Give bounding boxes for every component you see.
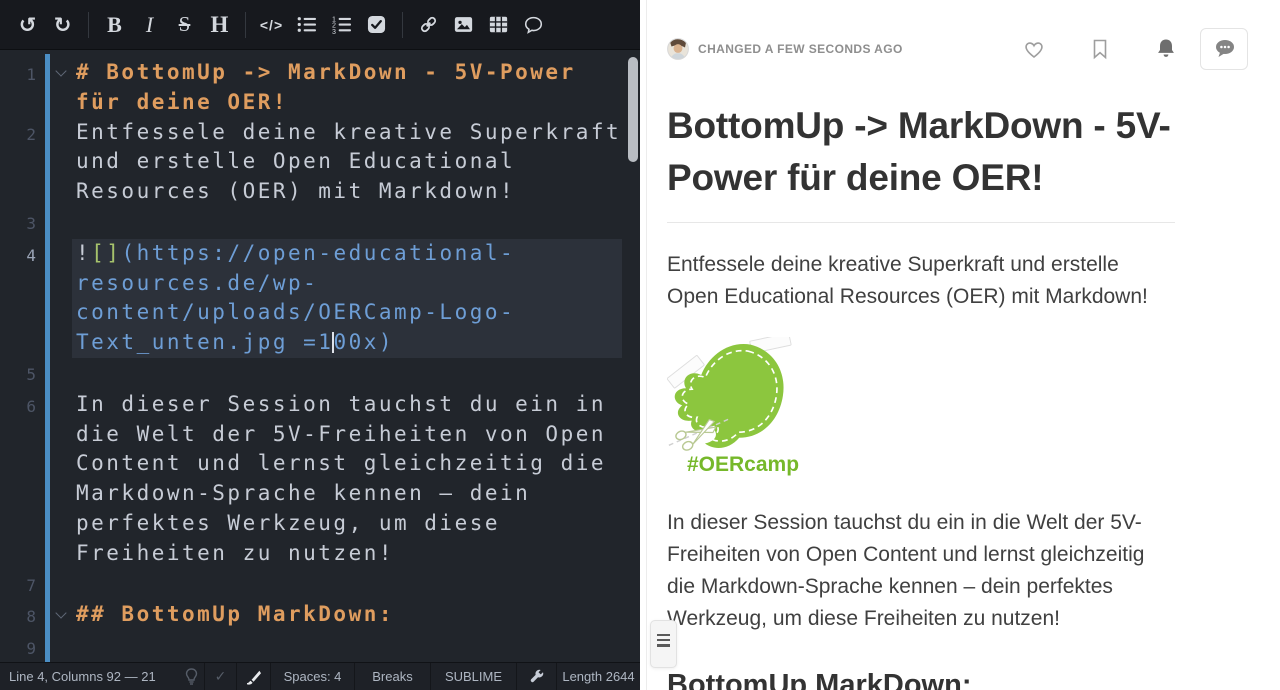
fold-chevron-icon[interactable] bbox=[52, 600, 76, 632]
heart-icon[interactable] bbox=[1022, 37, 1046, 61]
editor-lines: 1 # BottomUp -> MarkDown - 5V-Power für d… bbox=[0, 58, 640, 662]
line-number: 8 bbox=[26, 607, 36, 627]
check-list-button[interactable] bbox=[359, 7, 394, 43]
comment-button[interactable] bbox=[1200, 28, 1248, 70]
editor-statusbar: Line 4, Columns 92 — 21 ✓ Spaces: 4 Brea… bbox=[0, 662, 640, 690]
strikethrough-button[interactable]: S bbox=[167, 7, 202, 43]
avatar[interactable] bbox=[667, 38, 689, 60]
toolbar-separator bbox=[402, 11, 403, 38]
hamburger-icon bbox=[657, 634, 670, 637]
fold-chevron-icon[interactable] bbox=[52, 58, 76, 118]
editor-pane: ↺ ↻ B I S H </> 1 2 3 1 # BottomUp -> MarkDown - 5… bbox=[0, 0, 640, 690]
line-number: 6 bbox=[26, 396, 36, 416]
line-number: 3 bbox=[26, 213, 36, 233]
toolbar-items: ↺ ↻ B I S H </> 1 2 3 bbox=[10, 7, 551, 43]
lightbulb-icon[interactable] bbox=[178, 663, 204, 690]
gutter-spacer bbox=[52, 118, 76, 207]
gutter-spacer bbox=[52, 632, 76, 662]
preview-title: BottomUp -> MarkDown - 5V-Power für dein… bbox=[667, 105, 1171, 198]
comment-button[interactable] bbox=[516, 7, 551, 43]
svg-text:3: 3 bbox=[332, 28, 336, 34]
bold-button[interactable]: B bbox=[97, 7, 132, 43]
editor-line-2[interactable]: 2 Entfessele deine kreative Superkraft un… bbox=[0, 118, 640, 207]
title-divider bbox=[667, 222, 1175, 223]
oercamp-logo-caption: #OERcamp bbox=[687, 453, 800, 476]
image-button[interactable] bbox=[446, 7, 481, 43]
italic-button[interactable]: I bbox=[132, 7, 167, 43]
hackmd-split-view: ↺ ↻ B I S H </> 1 2 3 1 # BottomUp -> MarkDown - 5… bbox=[0, 0, 1280, 690]
editor-toolbar: ↺ ↻ B I S H </> 1 2 3 bbox=[0, 0, 640, 50]
toolbar-separator bbox=[245, 11, 246, 38]
unordered-list-button[interactable] bbox=[289, 7, 324, 43]
line-number: 1 bbox=[26, 65, 36, 84]
preview-paragraph-2: In dieser Session tauchst du ein in die … bbox=[667, 511, 1145, 630]
code-editor[interactable]: 1 # BottomUp -> MarkDown - 5V-Power für d… bbox=[0, 50, 640, 662]
editor-line-4[interactable]: 4 ![](https://open-educational-resources.… bbox=[0, 238, 640, 358]
editor-line-9[interactable]: 9 bbox=[0, 632, 640, 662]
line-number: 2 bbox=[26, 124, 36, 144]
preview-pane: CHANGED A FEW SECONDS AGO BottomUp -> Ma… bbox=[640, 0, 1280, 690]
editor-line-6[interactable]: 6 In dieser Session tauchst du ein in die… bbox=[0, 390, 640, 569]
last-changed-label: CHANGED A FEW SECONDS AGO bbox=[698, 42, 903, 56]
change-indicator-bar bbox=[45, 54, 50, 662]
line-text: ![](https://open-educational-resources.d… bbox=[72, 238, 622, 358]
spellcheck-icon[interactable]: ✓ bbox=[204, 663, 236, 690]
bell-icon[interactable] bbox=[1154, 37, 1178, 61]
code-button[interactable]: </> bbox=[254, 7, 289, 43]
gutter-spacer bbox=[52, 207, 76, 239]
line-text bbox=[76, 569, 626, 601]
oercamp-flame-graphic bbox=[667, 337, 792, 451]
cursor-position-label: Line 4, Columns 92 — 21 bbox=[9, 669, 156, 684]
line-text: In dieser Session tauchst du ein in die … bbox=[76, 391, 622, 565]
linebreaks-setting[interactable]: Breaks bbox=[354, 663, 430, 690]
line-text bbox=[76, 632, 626, 662]
toc-toggle-handle[interactable] bbox=[650, 620, 677, 668]
line-text: # BottomUp -> MarkDown - 5V-Power für de… bbox=[76, 60, 591, 114]
preview-header: CHANGED A FEW SECONDS AGO bbox=[640, 0, 1280, 70]
length-label: Length 2644 bbox=[556, 663, 640, 690]
gutter-spacer bbox=[52, 358, 76, 390]
editor-line-3[interactable]: 3 bbox=[0, 207, 640, 239]
line-number: 5 bbox=[26, 364, 36, 384]
preview-paragraph-1: Entfessele deine kreative Superkraft und… bbox=[667, 253, 1148, 308]
editor-scrollbar-thumb[interactable] bbox=[628, 57, 638, 162]
line-number: 9 bbox=[26, 639, 36, 659]
oercamp-logo-image: #OERcamp bbox=[667, 337, 807, 477]
spaces-setting[interactable]: Spaces: 4 bbox=[270, 663, 354, 690]
keymap-setting[interactable]: SUBLIME bbox=[430, 663, 516, 690]
line-text: ## BottomUp MarkDown: bbox=[76, 602, 395, 627]
table-button[interactable] bbox=[481, 7, 516, 43]
bookmark-icon[interactable] bbox=[1088, 37, 1112, 61]
header-button[interactable]: H bbox=[202, 7, 237, 43]
brush-icon[interactable] bbox=[236, 663, 270, 690]
editor-line-5[interactable]: 5 bbox=[0, 358, 640, 390]
editor-line-7[interactable]: 7 bbox=[0, 569, 640, 601]
line-number: 4 bbox=[26, 245, 36, 265]
preview-heading-2: BottomUp MarkDown: bbox=[667, 669, 972, 690]
undo-button[interactable]: ↺ bbox=[10, 7, 45, 43]
line-text: Entfessele deine kreative Superkraft und… bbox=[76, 119, 622, 204]
redo-button[interactable]: ↻ bbox=[45, 7, 80, 43]
wrench-icon[interactable] bbox=[516, 663, 556, 690]
gutter-spacer bbox=[52, 569, 76, 601]
line-number: 7 bbox=[26, 575, 36, 595]
link-button[interactable] bbox=[411, 7, 446, 43]
line-text bbox=[76, 207, 626, 239]
toolbar-separator bbox=[88, 11, 89, 38]
editor-line-1[interactable]: 1 # BottomUp -> MarkDown - 5V-Power für d… bbox=[0, 58, 640, 118]
editor-line-8[interactable]: 8 ## BottomUp MarkDown: bbox=[0, 600, 640, 632]
gutter-spacer bbox=[52, 390, 76, 569]
ordered-list-button[interactable]: 123 bbox=[324, 7, 359, 43]
line-text bbox=[76, 358, 626, 390]
